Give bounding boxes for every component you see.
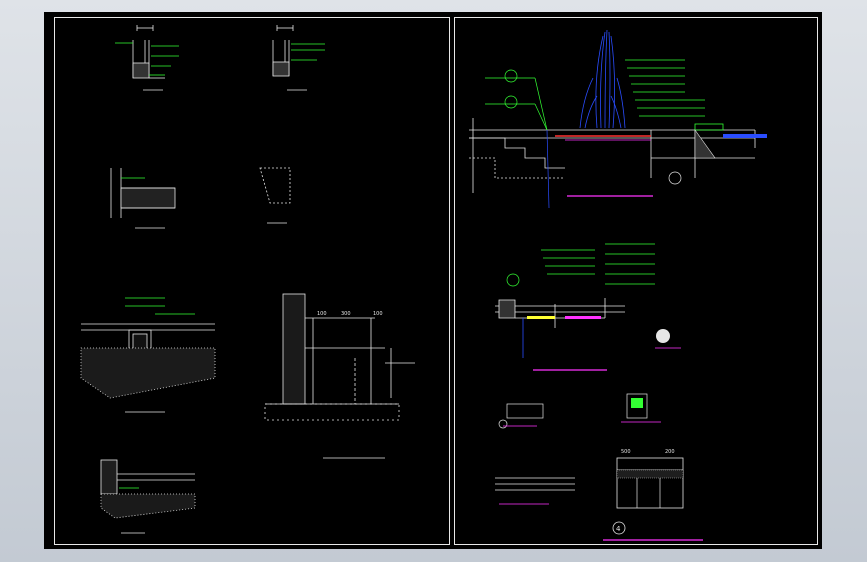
small-detail-1 [498,403,544,429]
detail-1-wall-edge [115,25,179,91]
dim-300: 300 [341,311,351,317]
small-detail-3 [495,477,575,505]
title-number: 4 [616,525,621,533]
left-sheet-drawing: 100 300 100 [80,25,415,534]
left-drawing-sheet: 100 300 100 [54,17,450,545]
detail-4-paving [259,167,291,224]
detail-2-wall-edge [272,25,325,91]
section-2-edge-detail [495,243,681,371]
detail-6-wall-elevation [264,293,415,459]
dim-100-left: 100 [317,311,327,317]
dim-500: 500 [621,449,631,455]
sheet-title: 4 [603,521,703,541]
detail-5-drain-section [80,297,216,413]
dim-100-right: 100 [373,311,383,317]
dim-200: 200 [665,449,675,455]
drawing-viewport[interactable]: 100 300 100 4 500 200 [44,12,822,549]
small-detail-2 [621,393,661,423]
right-drawing-sheet: 4 500 200 [454,17,818,545]
fountain-section [469,29,767,209]
detail-7-edge [100,459,196,534]
detail-3-pool-corner [110,168,176,229]
right-sheet-drawing: 4 500 200 [469,29,767,541]
pool-frame-detail [616,457,684,509]
